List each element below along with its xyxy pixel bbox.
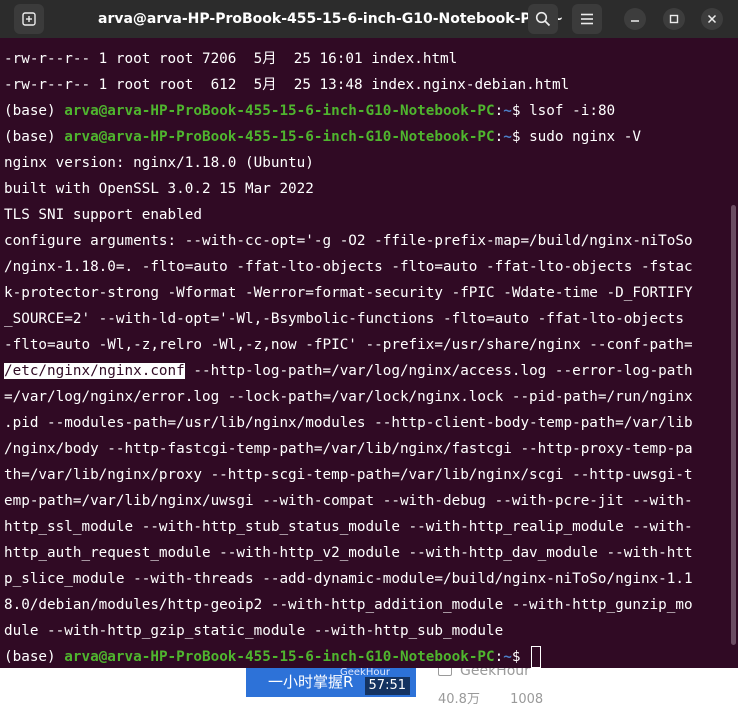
minimize-button[interactable] bbox=[624, 8, 646, 30]
command-text: lsof -i:80 bbox=[529, 103, 616, 119]
terminal-output[interactable]: -rw-r--r-- 1 root root 7206 5月 25 16:01 … bbox=[4, 46, 734, 668]
terminal-line: _SOURCE=2' --with-ld-opt='-Wl,-Bsymbolic… bbox=[4, 311, 684, 327]
video-stats: 40.8万 1008 bbox=[438, 688, 569, 707]
terminal-line: http_auth_request_module --with-http_v2_… bbox=[4, 545, 693, 561]
prompt-user-host: arva@arva-HP-ProBook-455-15-6-inch-G10-N… bbox=[64, 649, 495, 665]
terminal-line: nginx version: nginx/1.18.0 (Ubuntu) bbox=[4, 155, 314, 171]
terminal-window: arva@arva-HP-ProBook-455-15-6-inch-G10-N… bbox=[0, 0, 738, 668]
search-icon bbox=[535, 11, 551, 27]
new-tab-button[interactable] bbox=[14, 4, 44, 34]
prompt-sep: : bbox=[494, 649, 504, 665]
video-duration: 57:51 bbox=[364, 677, 410, 695]
terminal-line: .pid --modules-path=/usr/lib/nginx/modul… bbox=[4, 415, 693, 431]
menu-button[interactable] bbox=[572, 4, 602, 34]
terminal-line: k-protector-strong -Wformat -Werror=form… bbox=[4, 285, 693, 301]
prompt-path: ~ bbox=[503, 649, 512, 665]
background-video-thumbnail[interactable]: 一小时掌握R GeekHour 57:51 bbox=[246, 668, 416, 697]
prompt-path: ~ bbox=[503, 103, 512, 119]
terminal-text: --http-log-path=/var/log/nginx/access.lo… bbox=[184, 363, 693, 379]
search-button[interactable] bbox=[528, 4, 558, 34]
prompt-line: (base) arva@arva-HP-ProBook-455-15-6-inc… bbox=[4, 644, 734, 668]
likes-count: 1008 bbox=[510, 692, 544, 707]
terminal-line: /nginx-1.18.0=. -flto=auto -ffat-lto-obj… bbox=[4, 259, 693, 275]
scrollbar[interactable] bbox=[731, 205, 736, 645]
new-tab-icon bbox=[22, 12, 36, 26]
terminal-line: TLS SNI support enabled bbox=[4, 207, 202, 223]
close-icon bbox=[707, 14, 717, 24]
prompt-env: (base) bbox=[4, 649, 65, 665]
terminal-line: th=/var/lib/nginx/proxy --http-scgi-temp… bbox=[4, 467, 693, 483]
title-bar: arva@arva-HP-ProBook-455-15-6-inch-G10-N… bbox=[0, 0, 738, 38]
prompt-sign: $ bbox=[511, 649, 530, 665]
terminal-line: configure arguments: --with-cc-opt='-g -… bbox=[4, 233, 693, 249]
prompt-env: (base) bbox=[4, 103, 65, 119]
terminal-line: -rw-r--r-- 1 root root 7206 5月 25 16:01 … bbox=[4, 51, 458, 67]
terminal-line: =/var/log/nginx/error.log --lock-path=/v… bbox=[4, 389, 693, 405]
prompt-sign: $ bbox=[511, 129, 530, 145]
terminal-line: emp-path=/var/lib/nginx/uwsgi --with-com… bbox=[4, 493, 693, 509]
hamburger-menu-icon bbox=[581, 13, 593, 25]
command-text: sudo nginx -V bbox=[529, 129, 641, 145]
terminal-line: /nginx/body --http-fastcgi-temp-path=/va… bbox=[4, 441, 693, 457]
terminal-line: 8.0/debian/modules/http-geoip2 --with-ht… bbox=[4, 597, 693, 613]
prompt-user-host: arva@arva-HP-ProBook-455-15-6-inch-G10-N… bbox=[64, 129, 495, 145]
maximize-icon bbox=[669, 14, 679, 24]
prompt-path: ~ bbox=[503, 129, 512, 145]
terminal-line: p_slice_module --with-threads --add-dyna… bbox=[4, 571, 693, 587]
terminal-line: built with OpenSSL 3.0.2 15 Mar 2022 bbox=[4, 181, 314, 197]
window-title: arva@arva-HP-ProBook-455-15-6-inch-G10-N… bbox=[98, 11, 564, 27]
prompt-sep: : bbox=[494, 103, 504, 119]
terminal-line: -rw-r--r-- 1 root root 612 5月 25 13:48 i… bbox=[4, 77, 570, 93]
prompt-env: (base) bbox=[4, 129, 65, 145]
prompt-sign: $ bbox=[511, 103, 530, 119]
prompt-line: (base) arva@arva-HP-ProBook-455-15-6-inc… bbox=[4, 124, 734, 150]
prompt-line: (base) arva@arva-HP-ProBook-455-15-6-inc… bbox=[4, 98, 734, 124]
maximize-button[interactable] bbox=[663, 8, 685, 30]
prompt-user-host: arva@arva-HP-ProBook-455-15-6-inch-G10-N… bbox=[64, 103, 495, 119]
terminal-cursor bbox=[531, 646, 542, 668]
views-count: 40.8万 bbox=[438, 692, 480, 707]
terminal-line: dule --with-http_gzip_static_module --wi… bbox=[4, 623, 504, 639]
terminal-line: /etc/nginx/nginx.conf --http-log-path=/v… bbox=[4, 358, 734, 384]
selected-text[interactable]: /etc/nginx/nginx.conf bbox=[4, 363, 185, 379]
terminal-line: http_ssl_module --with-http_stub_status_… bbox=[4, 519, 693, 535]
prompt-sep: : bbox=[494, 129, 504, 145]
minimize-icon bbox=[631, 20, 639, 22]
terminal-line: -flto=auto -Wl,-z,relro -Wl,-z,now -fPIC… bbox=[4, 337, 693, 353]
close-button[interactable] bbox=[701, 8, 723, 30]
